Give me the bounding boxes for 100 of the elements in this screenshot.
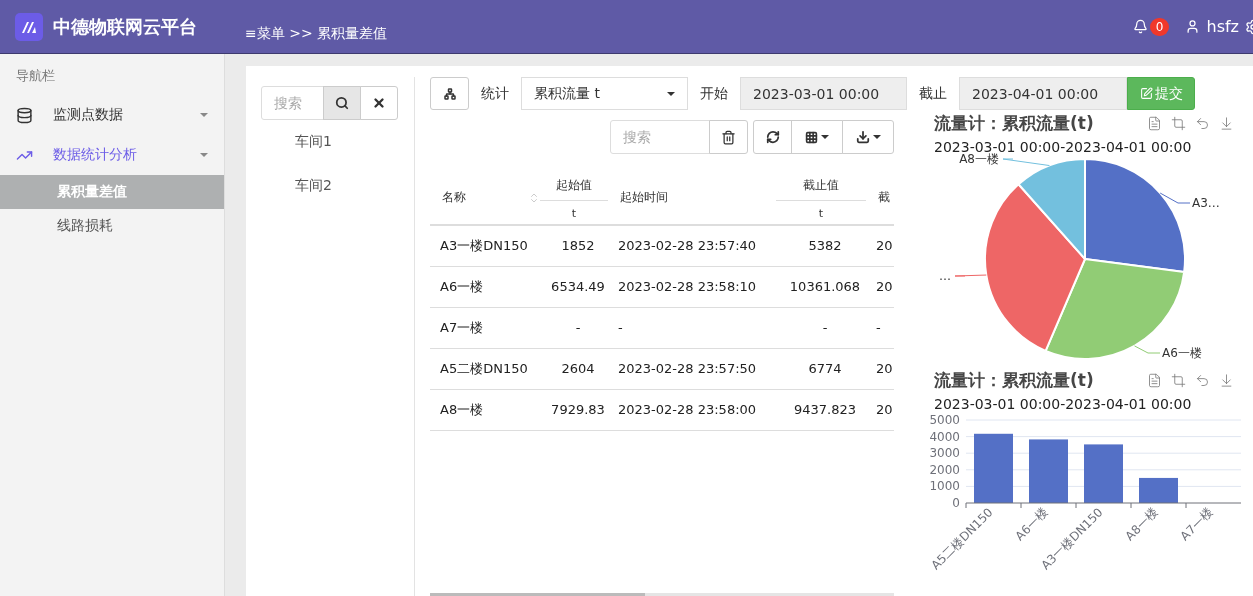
leader-line	[1159, 192, 1191, 204]
tree-item[interactable]: 车间2	[261, 164, 399, 208]
table-cell: 10361.068	[776, 266, 866, 307]
axis-tick-label: 2000	[929, 462, 960, 477]
table-cell: 2604	[540, 348, 608, 389]
table-cell: -	[776, 307, 866, 348]
table-cell: -	[866, 307, 894, 348]
search-icon	[335, 96, 349, 110]
axis-category-label: A7一楼	[1177, 505, 1216, 544]
grid-icon	[805, 130, 818, 144]
table-cell: 5382	[776, 225, 866, 266]
restore-icon[interactable]	[1195, 116, 1210, 131]
bell-icon[interactable]	[1132, 19, 1148, 34]
end-label: 截止	[919, 84, 947, 103]
axis-tick-label: 5000	[929, 413, 960, 427]
table-cell: 2023-02-28 23:57:40	[608, 225, 776, 266]
column-header[interactable]: 起始值 t	[540, 171, 608, 225]
end-date-field[interactable]: 2023-04-01 00:00	[959, 77, 1127, 110]
table-cell: 20	[866, 266, 894, 307]
axis-category-label: A8一楼	[1122, 505, 1161, 544]
delete-button[interactable]	[709, 120, 748, 154]
caret-icon	[821, 135, 829, 139]
table-cell: 20	[866, 389, 894, 430]
chart-title: 流量计：累积流量(t)	[934, 369, 1094, 392]
table-search-field[interactable]: 搜索	[610, 120, 710, 154]
axis-tick-label: 0	[952, 496, 960, 510]
slice-label: A3…	[1192, 196, 1220, 210]
bar	[1139, 477, 1178, 503]
axis-tick-label: 4000	[929, 429, 960, 444]
export-button[interactable]	[842, 120, 894, 154]
slice-label: A6一楼	[1162, 346, 1202, 360]
table-cell: 20	[866, 348, 894, 389]
column-header[interactable]: 名称	[430, 171, 540, 225]
axis-tick-label: 3000	[929, 446, 960, 461]
crop-icon[interactable]	[1171, 373, 1186, 388]
table-cell: 7929.83	[540, 389, 608, 430]
caret-icon	[200, 153, 208, 157]
sidebar-subitem[interactable]: 线路损耗	[0, 209, 224, 243]
data-view-icon[interactable]	[1147, 116, 1162, 131]
column-header[interactable]: 起始时间	[608, 171, 776, 225]
table-cell: A6一楼	[430, 266, 540, 307]
table-cell: 20	[866, 225, 894, 266]
user-icon[interactable]	[1185, 19, 1201, 34]
column-header[interactable]: 截	[866, 171, 894, 225]
axis-category-label: A6一楼	[1012, 505, 1051, 544]
table-cell: A7一楼	[430, 307, 540, 348]
axis-tick-label: 1000	[929, 479, 960, 494]
stat-label: 统计	[481, 84, 509, 103]
table-cell: 6534.49	[540, 266, 608, 307]
slice-label: …	[939, 269, 951, 283]
breadcrumb[interactable]: ≡菜单 >> 累积量差值	[245, 24, 388, 43]
columns-button[interactable]	[791, 120, 843, 154]
table-cell: A8一楼	[430, 389, 540, 430]
bar	[1084, 444, 1123, 503]
notification-badge: 0	[1149, 17, 1170, 36]
leader-line	[954, 274, 987, 277]
refresh-icon	[765, 130, 780, 144]
caret-icon	[872, 135, 881, 139]
start-date-field[interactable]: 2023-03-01 00:00	[740, 77, 907, 110]
start-label: 开始	[700, 84, 728, 103]
trash-icon	[721, 129, 736, 145]
chart-subtitle: 2023-03-01 00:00-2023-04-01 00:00	[933, 138, 1193, 155]
data-view-icon[interactable]	[1147, 373, 1162, 388]
table-cell: 2023-02-28 23:58:10	[608, 266, 776, 307]
stat-select[interactable]: 累积流量 t	[521, 77, 688, 110]
leader-line	[1002, 158, 1050, 167]
tree-item[interactable]: 车间1	[261, 120, 399, 164]
chart-title: 流量计：累积流量(t)	[934, 112, 1094, 135]
table-cell: 9437.823	[776, 389, 866, 430]
tree-search-field[interactable]: 搜索	[261, 86, 324, 120]
table-cell: 2023-02-28 23:57:50	[608, 348, 776, 389]
edit-icon	[1139, 87, 1153, 100]
slice-label: A8一楼	[959, 152, 999, 166]
table-cell: 2023-02-28 23:58:00	[608, 389, 776, 430]
hierarchy-icon	[443, 87, 456, 100]
table-cell: 6774	[776, 348, 866, 389]
table-cell: A5二楼DN150	[430, 348, 540, 389]
refresh-button[interactable]	[753, 120, 792, 154]
column-header[interactable]: 截止值 t	[776, 171, 866, 225]
caret-icon	[200, 113, 208, 117]
table-cell: 1852	[540, 225, 608, 266]
sidebar-item[interactable]: 数据统计分析	[0, 135, 224, 175]
database-icon	[16, 106, 33, 124]
restore-icon[interactable]	[1195, 373, 1210, 388]
close-icon	[372, 96, 386, 110]
leader-line	[1134, 345, 1161, 354]
search-button[interactable]	[323, 86, 361, 120]
download-icon[interactable]	[1219, 116, 1234, 131]
table-cell: A3一楼DN150	[430, 225, 540, 266]
logo-icon	[15, 12, 43, 41]
tree-toggle-button[interactable]	[430, 77, 469, 110]
download-icon[interactable]	[1219, 373, 1234, 388]
sidebar-title: 导航栏	[15, 67, 56, 85]
clear-button[interactable]	[360, 86, 398, 120]
table-cell: -	[608, 307, 776, 348]
user-name[interactable]: hsfz	[1206, 17, 1239, 36]
crop-icon[interactable]	[1171, 116, 1186, 131]
table-cell: -	[540, 307, 608, 348]
sidebar-item[interactable]: 监测点数据	[0, 95, 224, 135]
scrollbar-thumb[interactable]	[430, 593, 645, 596]
